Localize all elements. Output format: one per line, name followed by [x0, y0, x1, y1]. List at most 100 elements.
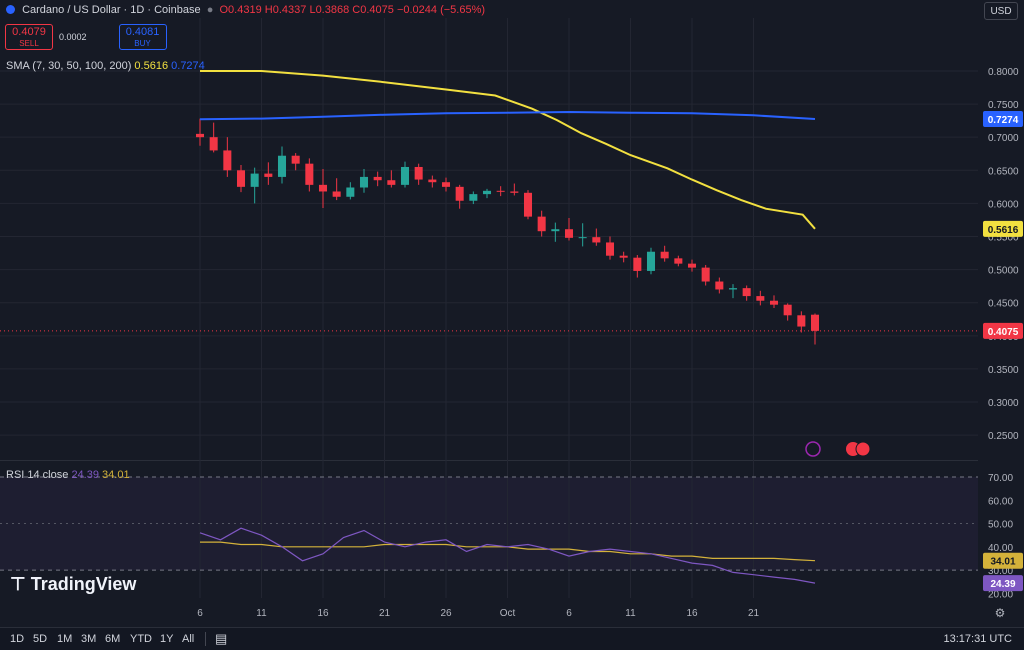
candle-body	[769, 300, 779, 305]
symbol-legend: Cardano / US Dollar · 1D · Coinbase ● O0…	[6, 4, 485, 16]
candle-body	[701, 267, 710, 282]
settings-gear-icon: ⚙	[995, 606, 1006, 620]
rsi-tick-label: 60.00	[988, 496, 1013, 507]
price-tick-label: 0.5000	[988, 266, 1019, 277]
ohlc-open: 0.4319	[228, 4, 262, 16]
candle-body	[373, 176, 382, 181]
sell-button[interactable]: 0.4079 SELL	[5, 24, 53, 50]
ohlc-open-label: O	[219, 4, 229, 16]
market-dot-icon: ●	[203, 4, 217, 16]
price-tick-label: 0.8000	[988, 67, 1019, 78]
sma-value-short: 0.5616	[134, 60, 169, 72]
candle-body	[195, 133, 205, 138]
rsi-tick-label: 70.00	[988, 473, 1013, 484]
price-tick-label: 0.7500	[988, 100, 1019, 111]
ohlc-high: 0.4337	[272, 4, 307, 16]
time-tick-label: 11	[256, 608, 267, 619]
candle-body	[633, 257, 642, 271]
candle-body	[387, 180, 396, 185]
price-tick-label: 0.7000	[988, 133, 1019, 144]
currency-selector[interactable]: USD	[984, 2, 1018, 20]
time-tick-label: 11	[625, 608, 636, 619]
candle-body	[332, 191, 341, 197]
candle-body	[305, 163, 314, 185]
ohlc-low: 0.3868	[315, 4, 350, 16]
timeframe-6m[interactable]: 6M	[105, 633, 120, 645]
price-tick-label: 0.3500	[988, 365, 1019, 376]
toolbar-divider	[205, 632, 206, 646]
candle-body	[592, 237, 601, 243]
rsi-value: 24.39	[71, 469, 99, 481]
cardano-logo-icon	[6, 5, 15, 14]
time-tick-label: 21	[748, 608, 760, 619]
timeframe-1d[interactable]: 1D	[10, 633, 24, 645]
timeframe-all[interactable]: All	[182, 633, 194, 645]
rsi-tick-label: 50.00	[988, 520, 1013, 531]
watermark-text: TradingView	[30, 574, 137, 594]
sma-long-tag: 0.7274	[988, 115, 1019, 126]
timeframe-ytd[interactable]: YTD	[130, 633, 152, 645]
price-tick-label: 0.6500	[988, 166, 1019, 177]
timeframe-5d[interactable]: 5D	[33, 633, 47, 645]
spread-value: 0.0002	[59, 32, 87, 42]
candle-body	[564, 229, 574, 238]
sma-short-tag: 0.5616	[988, 225, 1019, 236]
candle-body	[482, 190, 492, 195]
chart-canvas[interactable]: 70.0060.0050.0040.0030.0020.00 0.80000.7…	[0, 0, 1024, 627]
sma-legend[interactable]: SMA (7, 30, 50, 100, 200) 0.5616 0.7274	[6, 60, 205, 72]
rsi-legend[interactable]: RSI 14 close 24.39 34.01	[6, 469, 130, 481]
candle-body	[250, 173, 259, 187]
candle-body	[414, 166, 423, 180]
tradingview-watermark: ⊤ TradingView	[10, 574, 136, 595]
candle-body	[469, 194, 478, 201]
candle-body	[728, 288, 738, 290]
tradingview-logo-icon: ⊤	[10, 574, 26, 594]
time-tick-label: 26	[440, 608, 452, 619]
timeframe-1m[interactable]: 1M	[57, 633, 72, 645]
price-axis[interactable]: 0.80000.75000.70000.65000.60000.55000.50…	[983, 67, 1023, 592]
time-tick-label: 21	[379, 608, 391, 619]
rsi-ma-value: 34.01	[102, 469, 130, 481]
symbol-title[interactable]: Cardano / US Dollar · 1D · Coinbase	[22, 4, 201, 16]
grid	[0, 18, 978, 598]
ohlc-close: 0.4075	[360, 4, 394, 16]
price-tick-label: 0.4500	[988, 299, 1019, 310]
candle-body	[209, 137, 218, 151]
price-tick-label: 0.2500	[988, 431, 1019, 442]
candle-body	[660, 251, 669, 259]
timeframe-1y[interactable]: 1Y	[160, 633, 173, 645]
candle-body	[318, 184, 328, 192]
rsi-tick-label: 40.00	[988, 543, 1013, 554]
candle-body	[236, 170, 246, 187]
price-tick-label: 0.3000	[988, 398, 1019, 409]
candle-body	[578, 237, 587, 239]
candle-body	[264, 173, 273, 177]
sma-value-long: 0.7274	[171, 60, 205, 72]
bottom-toolbar: 1D 5D 1M 3M 6M YTD 1Y All ▤ 13:17:31 UTC	[0, 627, 1024, 650]
rsi-label: RSI 14 close	[6, 469, 69, 481]
utc-clock[interactable]: 13:17:31 UTC	[944, 633, 1012, 645]
us-flag-event-icon-2	[855, 441, 871, 457]
last-price-tag: 0.4075	[988, 327, 1019, 338]
ohlc-high-label: H	[264, 4, 273, 16]
time-axis[interactable]: 6 11 16 21 26 Oct 6 11 16 21 ⚙	[197, 606, 1005, 620]
candle-body	[810, 314, 820, 331]
candle-body	[742, 288, 751, 297]
candle-body	[783, 304, 792, 316]
time-tick-label: 16	[686, 608, 698, 619]
candle-body	[223, 150, 232, 171]
candle-body	[687, 263, 697, 268]
candle-body	[291, 155, 300, 164]
buy-button[interactable]: 0.4081 BUY	[118, 24, 167, 50]
candle-body	[605, 242, 615, 256]
rsi-band-fill	[0, 476, 978, 571]
time-tick-label: 6	[566, 608, 572, 619]
time-tick-label: 16	[317, 608, 329, 619]
candle-body	[441, 182, 451, 187]
sell-price: 0.4079	[12, 26, 46, 38]
calendar-icon[interactable]: ▤	[215, 631, 227, 647]
timeframe-3m[interactable]: 3M	[81, 633, 96, 645]
candle-body	[797, 315, 806, 327]
candle-body	[646, 251, 656, 271]
buy-price: 0.4081	[125, 26, 160, 38]
